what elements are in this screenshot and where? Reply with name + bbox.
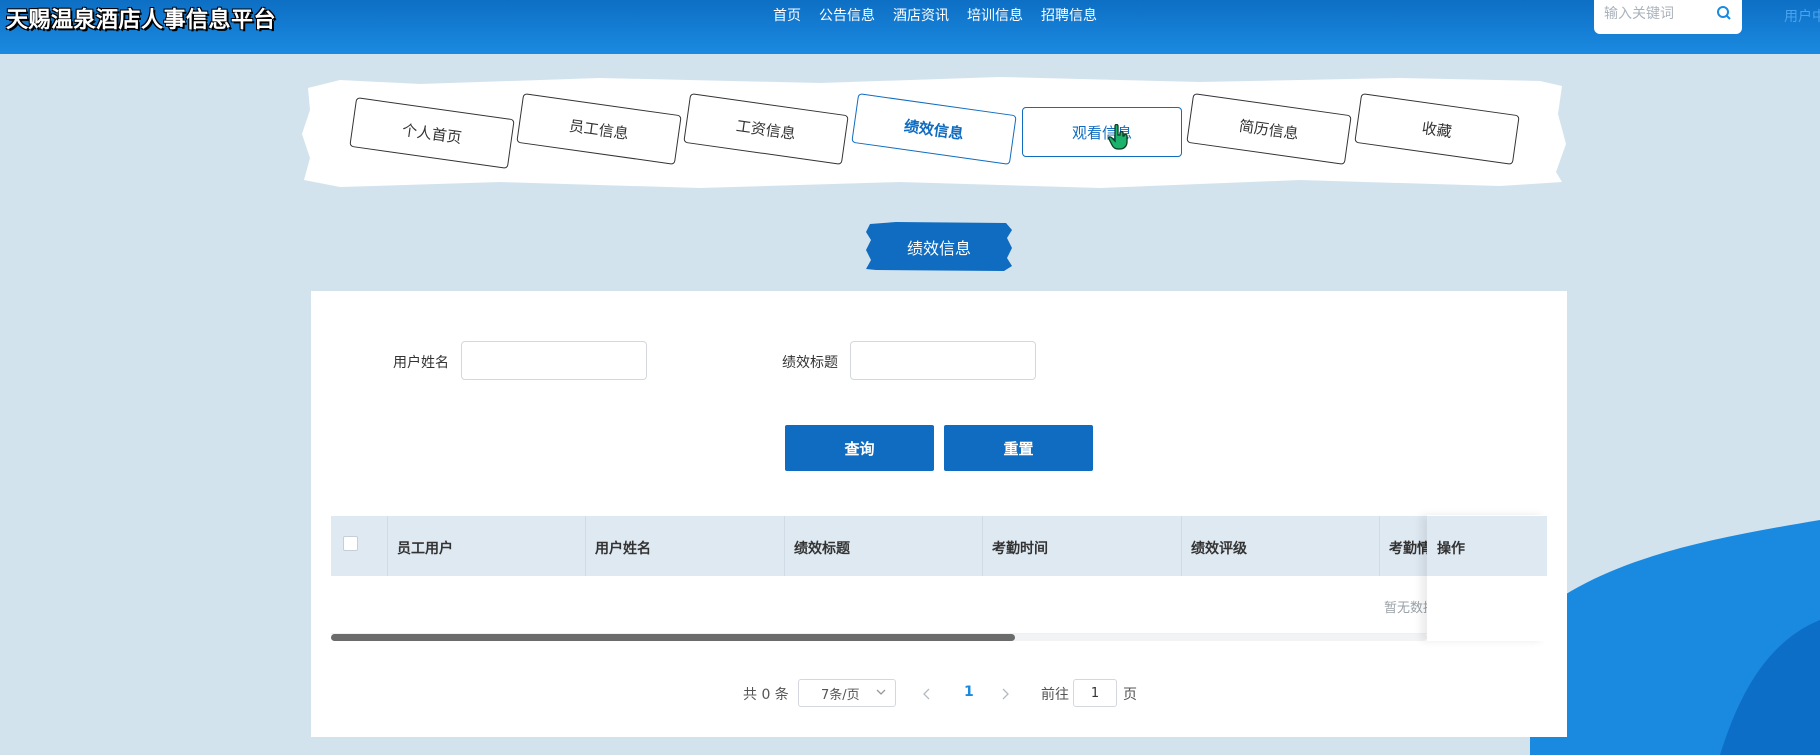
user-center-link[interactable]: 用户中 [1784,6,1820,26]
performance-title-input[interactable] [850,341,1036,380]
tab-label: 绩效信息 [902,116,965,143]
content-panel: 用户姓名 绩效标题 查询 重置 员工用户 用户姓名 绩效标题 考勤时间 绩效评级… [311,291,1567,737]
user-name-input[interactable] [461,341,647,380]
section-title: 绩效信息 [866,222,1012,271]
search-input[interactable] [1602,5,1716,23]
page-size-select[interactable]: 7条/页 [798,679,896,707]
reset-button[interactable]: 重置 [944,425,1093,471]
site-title: 天赐温泉酒店人事信息平台 [6,8,277,33]
goto-page-input[interactable] [1073,679,1117,707]
nav-recruitment[interactable]: 招聘信息 [1041,5,1097,25]
column-divider [1379,516,1380,576]
goto-prefix: 前往 [1041,687,1069,703]
col-attendance-time: 考勤时间 [992,541,1048,557]
performance-title-label: 绩效标题 [782,355,838,371]
chevron-down-icon [876,689,886,695]
col-operation: 操作 [1437,541,1465,557]
tab-label: 收藏 [1420,118,1454,141]
operation-column: 操作 [1427,515,1547,641]
search-icon[interactable] [1716,5,1732,21]
hand-cursor-icon [1108,124,1128,150]
col-user-name: 用户姓名 [595,541,651,557]
horizontal-scrollbar[interactable] [331,634,1427,641]
goto-suffix: 页 [1123,687,1137,703]
table-header: 员工用户 用户姓名 绩效标题 考勤时间 绩效评级 考勤情 [331,516,1547,576]
nav-home[interactable]: 首页 [773,5,801,25]
column-divider [1181,516,1182,576]
col-performance-title: 绩效标题 [794,541,850,557]
top-nav: 首页 公告信息 酒店资讯 培训信息 招聘信息 [773,5,1097,25]
operation-column-header: 操作 [1427,516,1547,576]
tab-viewing-info[interactable]: 观看信息 [1022,107,1182,157]
search-box [1594,0,1742,34]
total-count: 共 0 条 [743,687,789,703]
prev-page-icon[interactable] [921,687,933,701]
col-attendance-status: 考勤情 [1389,541,1431,557]
tab-banner: 个人首页 员工信息 工资信息 绩效信息 观看信息 简历信息 收藏 [300,74,1568,192]
column-divider [784,516,785,576]
scrollbar-thumb[interactable] [331,634,1015,641]
tab-label: 工资信息 [734,116,797,143]
column-divider [387,516,388,576]
nav-hotel-news[interactable]: 酒店资讯 [893,5,949,25]
next-page-icon[interactable] [999,687,1011,701]
nav-training[interactable]: 培训信息 [967,5,1023,25]
column-divider [585,516,586,576]
col-performance-rating: 绩效评级 [1191,541,1247,557]
col-employee-user: 员工用户 [397,541,453,557]
tab-label: 员工信息 [567,116,630,143]
current-page[interactable]: 1 [964,684,974,700]
select-all-checkbox[interactable] [343,536,358,551]
query-button[interactable]: 查询 [785,425,934,471]
section-title-text: 绩效信息 [906,238,971,258]
page-size-value: 7条/页 [821,687,860,703]
column-divider [982,516,983,576]
tab-label: 个人首页 [400,120,463,147]
nav-announcements[interactable]: 公告信息 [819,5,875,25]
tab-label: 简历信息 [1237,116,1300,143]
user-name-label: 用户姓名 [393,355,449,371]
top-header: 天赐温泉酒店人事信息平台 首页 公告信息 酒店资讯 培训信息 招聘信息 用户中 [0,0,1820,54]
